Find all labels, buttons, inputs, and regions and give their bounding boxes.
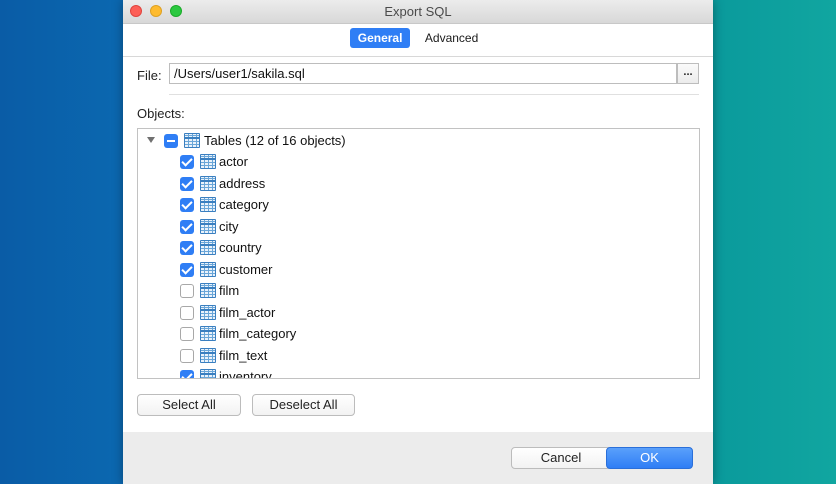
table-name: city: [219, 219, 239, 234]
table-checkbox[interactable]: [180, 306, 194, 320]
objects-label: Objects:: [137, 106, 185, 121]
tab-advanced[interactable]: Advanced: [417, 28, 486, 48]
tree-item-category[interactable]: category: [138, 194, 699, 215]
table-name: inventory: [219, 369, 272, 379]
tree-item-actor[interactable]: actor: [138, 151, 699, 172]
table-name: address: [219, 176, 266, 191]
tree-item-film-actor[interactable]: film_actor: [138, 302, 699, 323]
table-name: category: [219, 197, 269, 212]
desktop-background-left: [0, 0, 123, 484]
table-icon: [200, 326, 216, 341]
table-icon: [200, 369, 216, 378]
table-icon: [200, 154, 216, 169]
table-icon: [184, 133, 200, 148]
select-all-button[interactable]: Select All: [137, 394, 241, 416]
export-sql-dialog: Export SQL General Advanced File: ... Ob…: [123, 0, 713, 484]
table-checkbox[interactable]: [180, 370, 194, 378]
objects-tree[interactable]: Tables (12 of 16 objects) actor address …: [137, 128, 700, 379]
table-checkbox[interactable]: [180, 349, 194, 363]
tree-item-film[interactable]: film: [138, 280, 699, 301]
table-name: film_category: [219, 326, 297, 341]
table-checkbox[interactable]: [180, 220, 194, 234]
tab-bar: General Advanced: [123, 28, 713, 50]
table-checkbox[interactable]: [180, 177, 194, 191]
file-divider: [169, 94, 699, 95]
table-checkbox[interactable]: [180, 241, 194, 255]
tree-item-film-text[interactable]: film_text: [138, 345, 699, 366]
table-icon: [200, 197, 216, 212]
cancel-button[interactable]: Cancel: [511, 447, 611, 469]
tree-item-customer[interactable]: customer: [138, 259, 699, 280]
tree-item-address[interactable]: address: [138, 173, 699, 194]
table-checkbox[interactable]: [180, 198, 194, 212]
tree-item-city[interactable]: city: [138, 216, 699, 237]
window-title: Export SQL: [384, 4, 452, 19]
table-icon: [200, 348, 216, 363]
table-icon: [200, 240, 216, 255]
table-icon: [200, 283, 216, 298]
table-name: country: [219, 240, 262, 255]
tab-general[interactable]: General: [349, 28, 411, 48]
table-name: film_text: [219, 348, 268, 363]
table-checkbox[interactable]: [180, 284, 194, 298]
table-checkbox[interactable]: [180, 327, 194, 341]
browse-file-button[interactable]: ...: [677, 63, 699, 84]
ok-button[interactable]: OK: [606, 447, 693, 469]
tabs-divider: [123, 56, 713, 57]
table-name: film: [219, 283, 240, 298]
deselect-all-button[interactable]: Deselect All: [252, 394, 355, 416]
tree-item-country[interactable]: country: [138, 237, 699, 258]
table-checkbox[interactable]: [180, 263, 194, 277]
table-checkbox[interactable]: [180, 155, 194, 169]
tree-item-film-category[interactable]: film_category: [138, 323, 699, 344]
file-label: File:: [137, 68, 162, 83]
tree-root-label: Tables (12 of 16 objects): [204, 133, 346, 148]
tree-root-tables[interactable]: Tables (12 of 16 objects): [138, 130, 699, 151]
table-icon: [200, 262, 216, 277]
table-name: actor: [219, 154, 248, 169]
file-path-input[interactable]: [169, 63, 677, 84]
desktop-background-right: [713, 0, 836, 484]
table-icon: [200, 176, 216, 191]
table-icon: [200, 305, 216, 320]
table-name: customer: [219, 262, 273, 277]
tree-item-inventory[interactable]: inventory: [138, 366, 699, 379]
disclosure-triangle-icon[interactable]: [147, 137, 155, 143]
table-icon: [200, 219, 216, 234]
title-bar: Export SQL: [123, 0, 713, 24]
table-name: film_actor: [219, 305, 276, 320]
tables-mixed-checkbox[interactable]: [164, 134, 178, 148]
